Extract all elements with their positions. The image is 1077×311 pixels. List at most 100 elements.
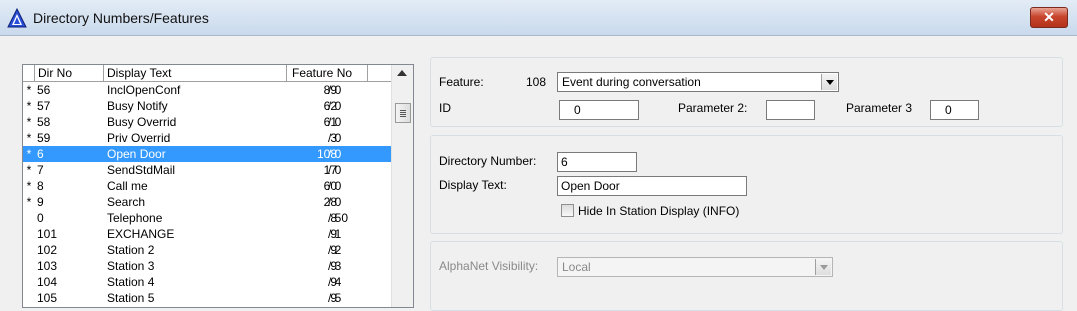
list-rows: * 56 InclOpenConf 89/ 0 * 57 Busy Notify 62/ 0 *… bbox=[23, 82, 391, 306]
row-marker: * bbox=[26, 131, 32, 145]
table-row[interactable]: * 6 Open Door 108/ 0 bbox=[23, 146, 391, 162]
row-feature-param: / 0 bbox=[328, 99, 342, 113]
table-row[interactable]: * 57 Busy Notify 62/ 0 bbox=[23, 98, 391, 114]
display-text-field[interactable]: Open Door bbox=[557, 176, 747, 196]
header-feature-no[interactable]: Feature No bbox=[287, 65, 368, 81]
row-feature-param: / 2 bbox=[328, 243, 342, 257]
row-dir-no: 59 bbox=[37, 131, 51, 145]
row-marker: * bbox=[26, 99, 32, 113]
row-feature-param: / 3 bbox=[328, 259, 342, 273]
row-marker: * bbox=[26, 179, 32, 193]
directory-number-field[interactable]: 6 bbox=[557, 152, 637, 172]
table-row[interactable]: 102 Station 2 9/ 2 bbox=[23, 242, 391, 258]
feature-select[interactable]: Event during conversation bbox=[557, 72, 839, 92]
row-marker: * bbox=[26, 163, 32, 177]
row-marker: * bbox=[26, 115, 32, 129]
row-dir-no: 56 bbox=[37, 83, 51, 97]
close-button[interactable]: ✕ bbox=[1030, 7, 1068, 28]
row-feature-param: / 1 bbox=[328, 227, 342, 241]
row-feature-param: / 0 bbox=[328, 179, 342, 193]
chevron-down-icon bbox=[826, 80, 834, 85]
row-display-text: Busy Notify bbox=[107, 99, 168, 113]
row-display-text: Telephone bbox=[107, 211, 163, 225]
table-row[interactable]: 103 Station 3 9/ 3 bbox=[23, 258, 391, 274]
row-dir-no: 104 bbox=[37, 275, 58, 289]
table-row[interactable]: 101 EXCHANGE 9/ 1 bbox=[23, 226, 391, 242]
directory-number-label: Directory Number: bbox=[439, 154, 537, 168]
feature-label: Feature: bbox=[439, 75, 484, 89]
row-feature-param: / 50 bbox=[328, 211, 349, 225]
header-dir-no[interactable]: Dir No bbox=[35, 65, 104, 81]
table-row[interactable]: * 56 InclOpenConf 89/ 0 bbox=[23, 82, 391, 98]
row-display-text: SendStdMail bbox=[107, 163, 176, 177]
row-dir-no: 7 bbox=[37, 163, 44, 177]
feature-number: 108 bbox=[526, 75, 547, 89]
list-scrollbar[interactable] bbox=[391, 65, 413, 307]
row-dir-no: 101 bbox=[37, 227, 58, 241]
table-row[interactable]: * 7 SendStdMail 17/ 0 bbox=[23, 162, 391, 178]
row-display-text: Open Door bbox=[107, 147, 166, 161]
row-display-text: Priv Overrid bbox=[107, 131, 171, 145]
title-bar: Directory Numbers/Features ✕ bbox=[0, 0, 1077, 36]
header-display-text[interactable]: Display Text bbox=[104, 65, 287, 81]
table-row[interactable]: * 59 Priv Overrid 3/ 0 bbox=[23, 130, 391, 146]
row-dir-no: 9 bbox=[37, 195, 44, 209]
row-display-text: Call me bbox=[107, 179, 148, 193]
header-mark-column[interactable] bbox=[23, 65, 35, 81]
row-dir-no: 0 bbox=[37, 211, 44, 225]
table-row[interactable]: * 58 Busy Overrid 61/ 0 bbox=[23, 114, 391, 130]
row-display-text: Station 3 bbox=[107, 259, 155, 273]
row-display-text: Station 5 bbox=[107, 291, 155, 305]
close-icon: ✕ bbox=[1043, 9, 1055, 25]
row-display-text: InclOpenConf bbox=[107, 83, 181, 97]
alphanet-dropdown-button[interactable] bbox=[815, 259, 831, 275]
row-feature-param: / 0 bbox=[328, 195, 342, 209]
alphanet-visibility-select[interactable]: Local bbox=[557, 257, 833, 277]
alphanet-group: AlphaNet Visibility: Local bbox=[430, 241, 1063, 311]
hide-in-station-display-checkbox[interactable] bbox=[561, 204, 574, 217]
row-feature-param: / 4 bbox=[328, 275, 342, 289]
table-row[interactable]: 0 Telephone 8/ 50 bbox=[23, 210, 391, 226]
row-feature-param: / 0 bbox=[328, 115, 342, 129]
feature-select-value: Event during conversation bbox=[562, 75, 701, 89]
row-dir-no: 105 bbox=[37, 291, 58, 305]
directory-group: Directory Number: 6 Display Text: Open D… bbox=[430, 135, 1063, 234]
row-marker: * bbox=[26, 147, 32, 161]
row-dir-no: 102 bbox=[37, 243, 58, 257]
row-display-text: Busy Overrid bbox=[107, 115, 177, 129]
row-display-text: EXCHANGE bbox=[107, 227, 175, 241]
scroll-thumb[interactable] bbox=[395, 103, 411, 123]
row-marker: * bbox=[26, 195, 32, 209]
hide-in-station-display-label[interactable]: Hide In Station Display (INFO) bbox=[578, 204, 739, 218]
table-row[interactable]: * 9 Search 28/ 0 bbox=[23, 194, 391, 210]
row-feature-param: / 0 bbox=[328, 131, 342, 145]
id-field[interactable]: 0 bbox=[559, 100, 639, 120]
feature-group: Feature: 108 Event during conversation I… bbox=[430, 57, 1063, 127]
row-feature-param: / 5 bbox=[328, 291, 342, 305]
row-dir-no: 57 bbox=[37, 99, 51, 113]
app-logo-icon bbox=[7, 8, 27, 28]
row-feature-param: / 0 bbox=[328, 147, 342, 161]
table-row[interactable]: * 8 Call me 60/ 0 bbox=[23, 178, 391, 194]
window-title: Directory Numbers/Features bbox=[33, 10, 209, 26]
parameter-3-label: Parameter 3 bbox=[846, 101, 913, 115]
row-display-text: Station 2 bbox=[107, 243, 155, 257]
feature-dropdown-button[interactable] bbox=[821, 74, 837, 90]
table-row[interactable]: 104 Station 4 9/ 4 bbox=[23, 274, 391, 290]
row-dir-no: 8 bbox=[37, 179, 44, 193]
row-marker: * bbox=[26, 83, 32, 97]
row-dir-no: 6 bbox=[37, 147, 44, 161]
parameter-2-field[interactable] bbox=[766, 100, 815, 120]
row-feature-param: / 0 bbox=[328, 163, 342, 177]
alphanet-visibility-label: AlphaNet Visibility: bbox=[439, 259, 539, 273]
display-text-label: Display Text: bbox=[439, 178, 507, 192]
scroll-up-arrow-icon[interactable] bbox=[397, 70, 407, 76]
id-label: ID bbox=[439, 101, 451, 115]
parameter-2-label: Parameter 2: bbox=[678, 101, 748, 115]
table-row[interactable]: 105 Station 5 9/ 5 bbox=[23, 290, 391, 306]
directory-list[interactable]: Dir No Display Text Feature No * 56 InclOp… bbox=[22, 64, 414, 308]
parameter-3-field[interactable]: 0 bbox=[930, 100, 979, 120]
row-dir-no: 58 bbox=[37, 115, 51, 129]
row-display-text: Search bbox=[107, 195, 146, 209]
row-display-text: Station 4 bbox=[107, 275, 155, 289]
